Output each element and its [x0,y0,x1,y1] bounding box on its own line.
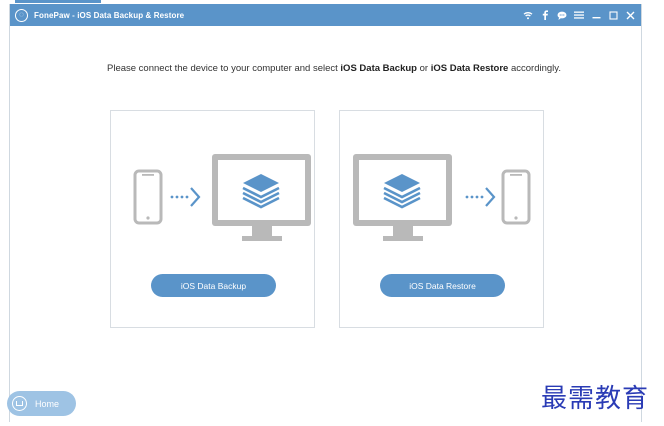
backup-card[interactable]: iOS Data Backup [110,110,315,328]
instruction-part: Please connect the device to your comput… [107,63,341,74]
close-icon[interactable] [625,10,635,20]
watermark-text: 最需教育 [541,384,650,414]
window-title: FonePaw - iOS Data Backup & Restore [34,10,185,20]
home-button[interactable]: Home [7,391,76,416]
transfer-arrow-icon [465,187,496,207]
home-icon [12,396,27,411]
instruction-part: or [416,63,431,74]
home-label: Home [35,398,60,409]
instruction-restore-term: iOS Data Restore [430,63,509,74]
restore-card[interactable]: iOS Data Restore [339,110,544,328]
ios-data-restore-button[interactable]: iOS Data Restore [380,274,505,297]
chat-icon[interactable] [557,10,567,20]
instruction-backup-term: iOS Data Backup [340,63,417,74]
transfer-arrow-icon [170,187,201,207]
facebook-icon[interactable] [540,10,550,20]
instruction-text: Please connect the device to your comput… [107,62,567,76]
wifi-icon[interactable] [523,10,533,20]
phone-icon [133,169,163,225]
maximize-icon[interactable] [608,10,618,20]
title-bar: ◌ FonePaw - iOS Data Backup & Restore [10,4,641,26]
ios-data-backup-button[interactable]: iOS Data Backup [151,274,276,297]
instruction-part: accordingly. [508,63,561,74]
backup-illustration [133,154,311,241]
restore-illustration [353,154,531,241]
app-logo-icon: ◌ [15,8,28,22]
menu-icon[interactable] [574,10,584,20]
title-bar-controls [523,4,635,26]
tab-accent [15,0,101,3]
phone-icon [501,169,531,225]
minimize-icon[interactable] [591,10,601,20]
